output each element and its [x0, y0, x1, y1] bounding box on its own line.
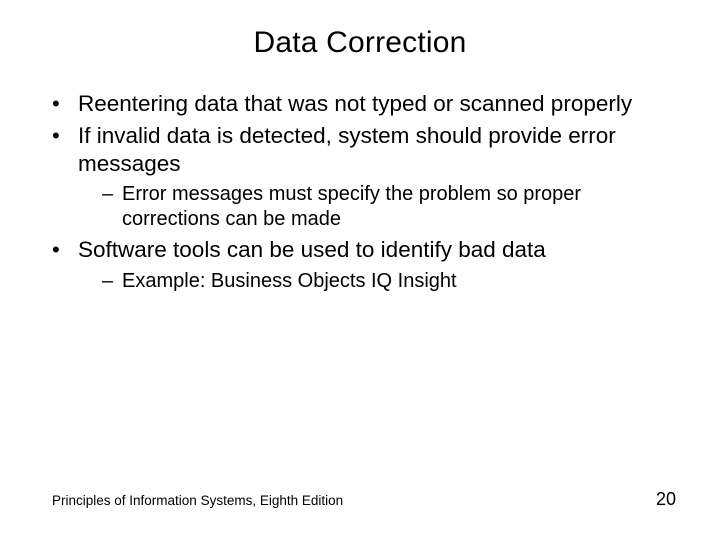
bullet-text: If invalid data is detected, system shou…	[78, 123, 616, 176]
page-number: 20	[656, 489, 676, 510]
bullet-text: Example: Business Objects IQ Insight	[122, 270, 457, 292]
bullet-text: Software tools can be used to identify b…	[78, 237, 546, 262]
sub-bullet-list: Error messages must specify the problem …	[78, 182, 680, 232]
slide-footer: Principles of Information Systems, Eight…	[52, 489, 676, 510]
list-item: If invalid data is detected, system shou…	[52, 122, 680, 232]
slide-title: Data Correction	[0, 0, 720, 90]
sub-bullet-list: Example: Business Objects IQ Insight	[78, 269, 680, 294]
list-item: Example: Business Objects IQ Insight	[102, 269, 680, 294]
bullet-text: Reentering data that was not typed or sc…	[78, 91, 632, 116]
bullet-text: Error messages must specify the problem …	[122, 183, 581, 230]
bullet-list: Reentering data that was not typed or sc…	[52, 90, 680, 294]
list-item: Software tools can be used to identify b…	[52, 236, 680, 293]
list-item: Error messages must specify the problem …	[102, 182, 680, 232]
list-item: Reentering data that was not typed or sc…	[52, 90, 680, 118]
slide-content: Reentering data that was not typed or sc…	[0, 90, 720, 294]
footer-source: Principles of Information Systems, Eight…	[52, 493, 343, 508]
slide: Data Correction Reentering data that was…	[0, 0, 720, 540]
